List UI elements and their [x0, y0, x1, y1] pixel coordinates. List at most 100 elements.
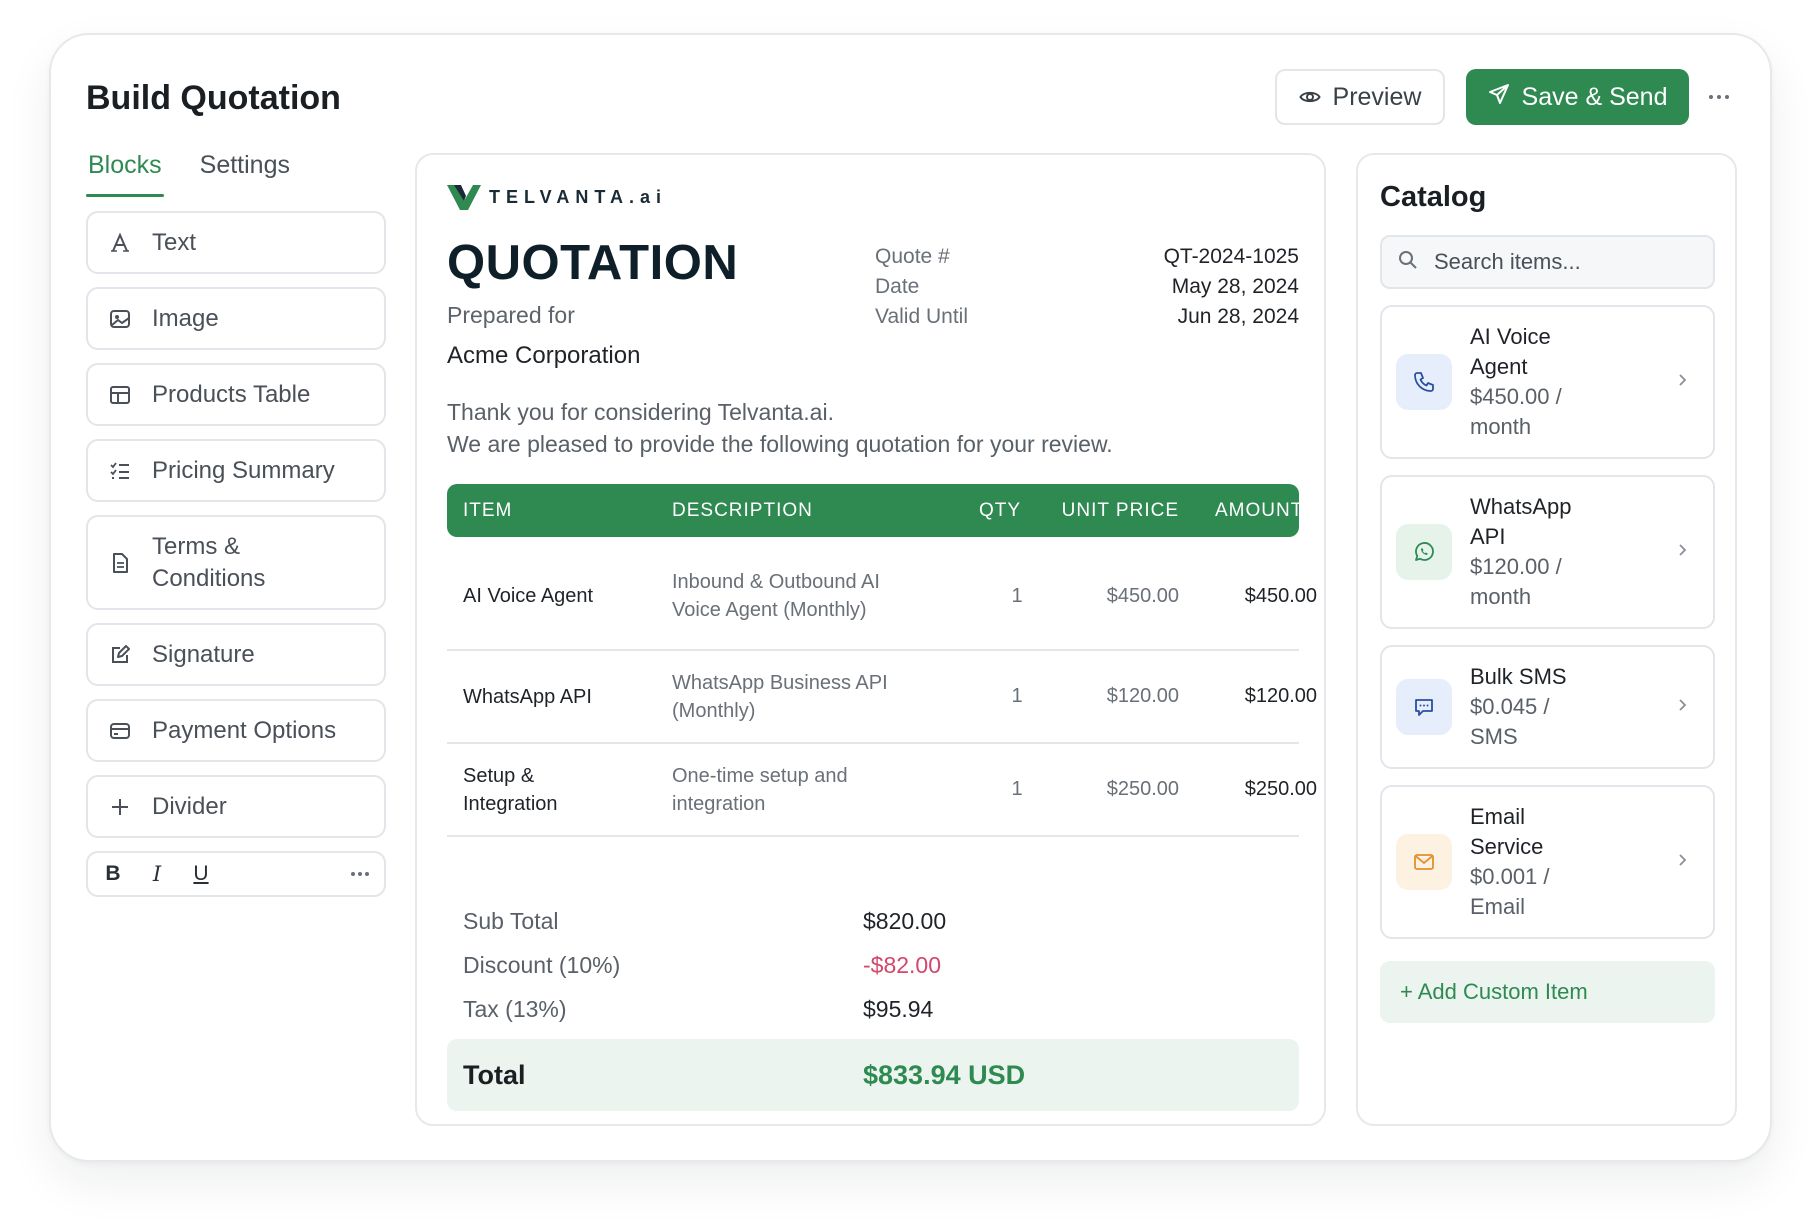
pricing-summary: Sub Total $820.00 Discount (10%) -$82.00…	[447, 899, 1299, 1111]
preview-button[interactable]: Preview	[1275, 69, 1445, 125]
cell-qty: 1	[1011, 778, 1023, 800]
intro-line: We are pleased to provide the following …	[447, 431, 1113, 457]
block-products-table[interactable]: Products Table	[86, 363, 386, 426]
save-send-button[interactable]: Save & Send	[1466, 69, 1689, 125]
summary-subtotal: Sub Total $820.00	[447, 899, 1299, 943]
mail-icon	[1396, 834, 1452, 890]
summary-value: $95.94	[863, 995, 934, 1022]
format-more-button[interactable]	[350, 871, 370, 877]
catalog-item-whatsapp-api[interactable]: WhatsApp API $120.00 / month	[1380, 475, 1715, 629]
document-icon	[88, 552, 152, 574]
catalog-item-name: Email Service	[1470, 804, 1544, 859]
underline-button[interactable]: U	[190, 862, 212, 886]
add-custom-item-button[interactable]: + Add Custom Item	[1380, 961, 1715, 1023]
catalog-search	[1380, 235, 1715, 289]
summary-total: Total $833.94 USD	[447, 1039, 1299, 1111]
meta-row-valid-until: Valid Until Jun 28, 2024	[875, 302, 1299, 332]
block-signature[interactable]: Signature	[86, 623, 386, 686]
search-icon	[1398, 250, 1418, 275]
document-heading: QUOTATION	[447, 236, 739, 290]
block-label: Signature	[152, 640, 255, 668]
block-divider[interactable]: Divider	[86, 775, 386, 838]
meta-row-date: Date May 28, 2024	[875, 272, 1299, 302]
products-table: ITEM DESCRIPTION QTY UNIT PRICE AMOUNT A…	[447, 484, 1317, 837]
catalog-item-email-service[interactable]: Email Service $0.001 / Email	[1380, 785, 1715, 939]
cell-amount: $450.00	[1244, 584, 1317, 607]
preview-button-label: Preview	[1332, 82, 1422, 111]
meta-value: Jun 28, 2024	[1177, 305, 1299, 328]
block-label: Terms & Conditions	[152, 532, 266, 592]
eye-icon	[1298, 83, 1321, 112]
phone-icon	[1396, 354, 1452, 410]
block-label: Image	[152, 304, 219, 332]
tab-blocks[interactable]: Blocks	[86, 151, 164, 197]
block-text[interactable]: Text	[86, 211, 386, 274]
block-label: Payment Options	[152, 716, 337, 744]
block-label: Text	[152, 228, 197, 256]
chevron-right-icon	[1677, 853, 1687, 872]
block-label: Pricing Summary	[152, 456, 335, 484]
bold-button[interactable]: B	[102, 862, 124, 886]
meta-value: QT-2024-1025	[1163, 245, 1299, 268]
catalog-item-price: $0.001 / Email	[1470, 864, 1550, 919]
prepared-for-label: Prepared for	[447, 302, 575, 328]
telvanta-logo-icon	[447, 185, 481, 210]
tab-settings[interactable]: Settings	[198, 151, 292, 197]
header-description: DESCRIPTION	[672, 499, 813, 521]
ellipsis-icon	[351, 872, 369, 876]
send-icon	[1488, 83, 1510, 112]
table-row: AI Voice Agent Inbound & Outbound AI Voi…	[447, 543, 1317, 651]
catalog-item-name: Bulk SMS	[1470, 664, 1567, 689]
catalog-item-text: Email Service $0.001 / Email	[1470, 802, 1580, 922]
intro-line: Thank you for considering Telvanta.ai.	[447, 399, 834, 425]
catalog-item-price: $450.00 / month	[1470, 384, 1562, 439]
meta-value: May 28, 2024	[1171, 275, 1299, 298]
summary-value: -$82.00	[863, 951, 942, 978]
cell-item: WhatsApp API	[463, 685, 592, 708]
summary-label: Discount (10%)	[463, 951, 621, 978]
cell-unit-price: $120.00	[1106, 685, 1179, 707]
chevron-right-icon	[1677, 373, 1687, 392]
header-item: ITEM	[463, 499, 513, 521]
catalog-item-bulk-sms[interactable]: Bulk SMS $0.045 / SMS	[1380, 645, 1715, 769]
italic-button[interactable]: I	[146, 862, 168, 886]
cell-description: WhatsApp Business API (Monthly)	[672, 671, 888, 722]
quotation-document: TELVANTA.ai QUOTATION Prepared for Acme …	[415, 153, 1326, 1126]
quotation-builder-window: Build Quotation Preview Save & Send Bloc…	[49, 33, 1772, 1162]
table-header: ITEM DESCRIPTION QTY UNIT PRICE AMOUNT	[447, 484, 1299, 537]
block-label: Products Table	[152, 380, 311, 408]
more-options-button[interactable]	[1702, 81, 1736, 111]
blocks-list: Text Image Products Table Pricing Summar…	[86, 211, 386, 897]
chevron-right-icon	[1677, 698, 1687, 717]
total-value: $833.94 USD	[863, 1059, 1026, 1090]
cell-description: Inbound & Outbound AI Voice Agent (Month…	[672, 571, 880, 621]
table-icon	[88, 384, 152, 406]
cell-amount: $250.00	[1244, 778, 1317, 800]
whatsapp-icon	[1396, 524, 1452, 580]
block-image[interactable]: Image	[86, 287, 386, 350]
meta-label: Valid Until	[875, 305, 968, 328]
block-pricing-summary[interactable]: Pricing Summary	[86, 439, 386, 502]
cell-qty: 1	[1011, 685, 1023, 707]
table-row: Setup & Integration One-time setup and i…	[447, 744, 1317, 837]
search-input[interactable]	[1434, 249, 1694, 275]
plus-icon	[88, 796, 152, 818]
cell-unit-price: $450.00	[1106, 584, 1179, 607]
catalog-item-ai-voice-agent[interactable]: AI Voice Agent $450.00 / month	[1380, 305, 1715, 459]
text-icon	[88, 232, 152, 254]
quote-meta: Quote # QT-2024-1025 Date May 28, 2024 V…	[875, 242, 1299, 332]
cell-item: AI Voice Agent	[463, 585, 594, 607]
block-payment-options[interactable]: Payment Options	[86, 699, 386, 762]
card-icon	[88, 720, 152, 742]
catalog-item-price: $0.045 / SMS	[1470, 694, 1550, 749]
catalog-title: Catalog	[1380, 181, 1487, 213]
image-icon	[88, 308, 152, 330]
summary-label: Tax (13%)	[463, 995, 567, 1022]
block-terms-conditions[interactable]: Terms & Conditions	[86, 515, 386, 610]
cell-unit-price: $250.00	[1106, 778, 1179, 800]
save-send-button-label: Save & Send	[1521, 82, 1668, 111]
summary-value: $820.00	[863, 907, 947, 934]
cell-description: One-time setup and integration	[672, 764, 848, 815]
catalog-item-text: AI Voice Agent $450.00 / month	[1470, 322, 1580, 442]
summary-label: Sub Total	[463, 907, 559, 934]
